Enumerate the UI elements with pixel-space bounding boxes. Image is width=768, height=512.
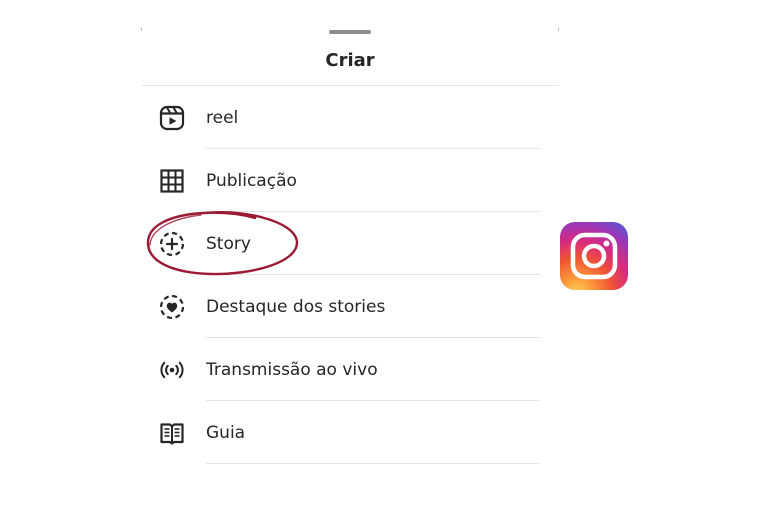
menu-item-guia[interactable]: Guia [141,401,559,464]
menu-item-label: Publicação [206,171,297,191]
reel-icon [158,104,186,132]
menu-item-label: reel [206,108,239,128]
sheet-corner-left [141,28,142,31]
create-bottom-sheet: Criar reel Publicação Story Destaque dos… [141,0,559,512]
item-divider [206,463,540,464]
instagram-logo-icon [560,222,628,290]
drag-handle[interactable] [329,30,371,34]
screenshot-stage: Criar reel Publicação Story Destaque dos… [0,0,768,512]
guide-book-icon [158,419,186,447]
menu-item-destaque[interactable]: Destaque dos stories [141,275,559,338]
story-add-icon [158,230,186,258]
menu-item-label: Story [206,234,251,254]
grid-icon [158,167,186,195]
menu-item-transmissao[interactable]: Transmissão ao vivo [141,338,559,401]
menu-item-story[interactable]: Story [141,212,559,275]
highlight-heart-icon [158,293,186,321]
menu-item-label: Guia [206,423,246,443]
menu-item-label: Destaque dos stories [206,297,386,317]
sheet-corner-right [558,28,559,31]
create-menu: reel Publicação Story Destaque dos stori… [141,86,559,464]
menu-item-reel[interactable]: reel [141,86,559,149]
menu-item-label: Transmissão ao vivo [206,360,378,380]
live-broadcast-icon [158,356,186,384]
menu-item-publicacao[interactable]: Publicação [141,149,559,212]
sheet-title: Criar [325,50,375,71]
